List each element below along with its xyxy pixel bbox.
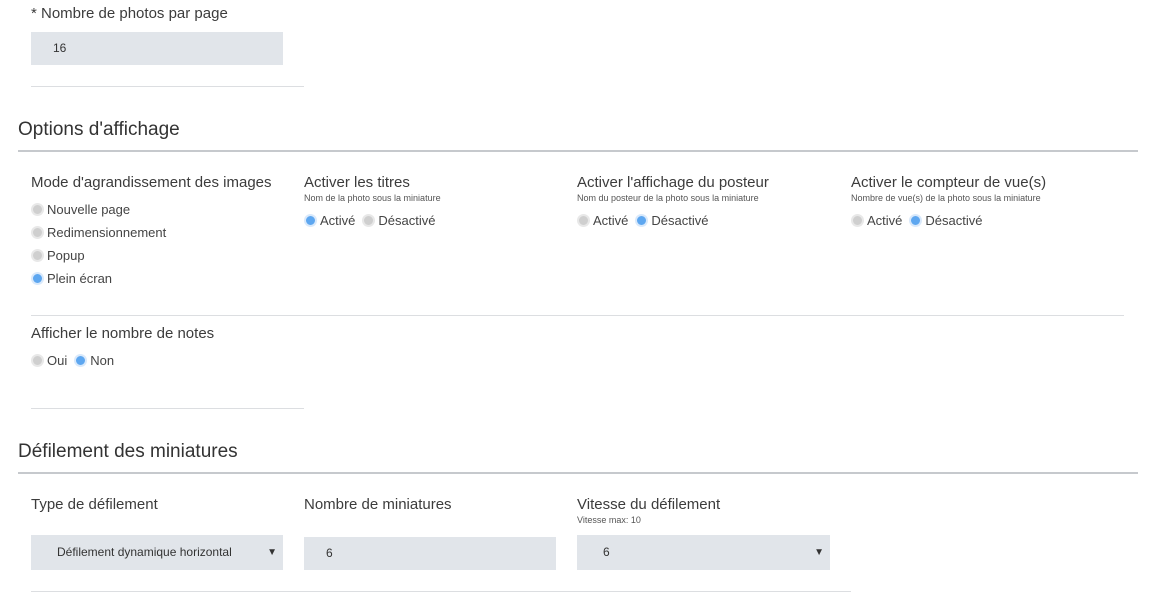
poster-on-radio[interactable]: Activé — [577, 213, 628, 228]
thumb-count-input[interactable] — [304, 537, 556, 570]
view-counter-label: Activer le compteur de vue(s) — [851, 174, 1047, 191]
dropdown-arrow-icon: ▼ — [267, 547, 277, 558]
radio-icon — [577, 214, 590, 227]
settings-page: * Nombre de photos par page Options d'af… — [0, 0, 1158, 609]
radio-icon — [31, 226, 44, 239]
radio-selected-icon — [909, 214, 923, 227]
radio-selected-icon — [31, 272, 44, 285]
scroll-speed-select[interactable]: 6 ▼ — [577, 535, 830, 570]
radio-selected-icon — [304, 214, 317, 227]
thumb-scroll-title: Défilement des miniatures — [18, 441, 238, 462]
titles-label: Activer les titres — [304, 174, 410, 191]
notes-count-label: Afficher le nombre de notes — [31, 325, 215, 342]
scroll-speed-label: Vitesse du défilement — [577, 496, 721, 513]
poster-off-radio[interactable]: Désactivé — [635, 213, 708, 228]
photos-per-page-label: * Nombre de photos par page — [31, 5, 228, 22]
notes-count-no-radio[interactable]: Non — [74, 353, 114, 368]
titles-radio-group: Activé Désactivé — [304, 213, 442, 228]
radio-selected-icon — [635, 214, 649, 227]
divider — [31, 86, 304, 87]
enlarge-mode-option-new-page[interactable]: Nouvelle page — [31, 202, 137, 217]
scroll-type-select[interactable]: Défilement dynamique horizontal ▼ — [31, 535, 283, 570]
poster-hint: Nom du posteur de la photo sous la minia… — [577, 193, 759, 203]
notes-count-radio-group: Oui Non — [31, 353, 121, 368]
scroll-type-label: Type de défilement — [31, 496, 158, 513]
titles-off-radio[interactable]: Désactivé — [362, 213, 435, 228]
display-options-title: Options d'affichage — [18, 119, 180, 140]
enlarge-mode-option-resize[interactable]: Redimensionnement — [31, 225, 173, 240]
enlarge-mode-label: Mode d'agrandissement des images — [31, 174, 272, 191]
section-divider — [18, 150, 1138, 152]
titles-hint: Nom de la photo sous la miniature — [304, 193, 441, 203]
radio-selected-icon — [74, 354, 88, 367]
view-counter-hint: Nombre de vue(s) de la photo sous la min… — [851, 193, 1041, 203]
view-counter-radio-group: Activé Désactivé — [851, 213, 989, 228]
radio-icon — [851, 214, 864, 227]
scroll-speed-hint: Vitesse max: 10 — [577, 515, 641, 525]
radio-icon — [31, 203, 44, 216]
view-counter-off-radio[interactable]: Désactivé — [909, 213, 982, 228]
poster-label: Activer l'affichage du posteur — [577, 174, 769, 191]
view-counter-on-radio[interactable]: Activé — [851, 213, 902, 228]
divider — [31, 591, 851, 592]
section-divider — [18, 472, 1138, 474]
divider — [31, 315, 1124, 316]
dropdown-arrow-icon: ▼ — [814, 547, 824, 558]
thumb-count-label: Nombre de miniatures — [304, 496, 452, 513]
enlarge-mode-option-popup[interactable]: Popup — [31, 248, 92, 263]
enlarge-mode-option-fullscreen[interactable]: Plein écran — [31, 271, 119, 286]
radio-icon — [362, 214, 376, 227]
divider — [31, 408, 304, 409]
poster-radio-group: Activé Désactivé — [577, 213, 715, 228]
radio-icon — [31, 354, 44, 367]
notes-count-yes-radio[interactable]: Oui — [31, 353, 67, 368]
titles-on-radio[interactable]: Activé — [304, 213, 355, 228]
radio-icon — [31, 249, 44, 262]
photos-per-page-input[interactable] — [31, 32, 283, 65]
